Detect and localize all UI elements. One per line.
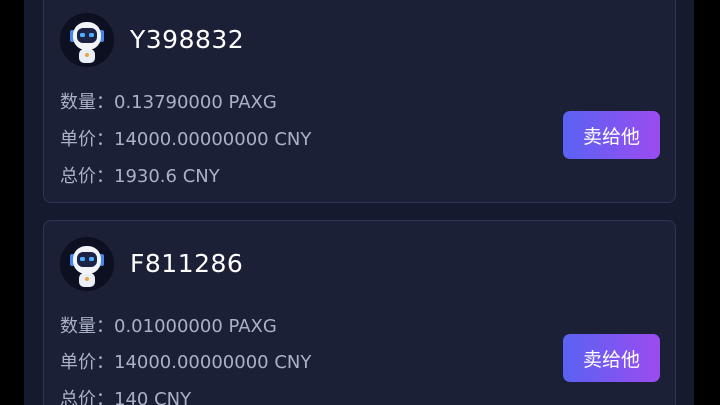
sell-to-him-button[interactable]: 卖给他 — [563, 334, 660, 382]
offer-card: Y398832 数量：0.13790000 PAXG 单价：14000.0000… — [43, 0, 676, 203]
quantity-text: 数量：0.13790000 PAXG — [60, 92, 277, 113]
total-price-text: 总价：140 CNY — [60, 389, 192, 405]
unit-price-text: 单价：14000.00000000 CNY — [60, 352, 312, 373]
offer-list-screen: Y398832 数量：0.13790000 PAXG 单价：14000.0000… — [24, 0, 694, 405]
user-name: Y398832 — [130, 25, 245, 54]
quantity-text: 数量：0.01000000 PAXG — [60, 316, 277, 337]
offer-card: F811286 数量：0.01000000 PAXG 单价：14000.0000… — [43, 220, 676, 405]
sell-to-him-button[interactable]: 卖给他 — [563, 111, 660, 159]
unit-price-text: 单价：14000.00000000 CNY — [60, 129, 312, 150]
astronaut-avatar-icon — [60, 13, 114, 67]
astronaut-avatar-icon — [60, 237, 114, 291]
user-name: F811286 — [130, 249, 244, 278]
total-price-text: 总价：1930.6 CNY — [60, 166, 220, 187]
